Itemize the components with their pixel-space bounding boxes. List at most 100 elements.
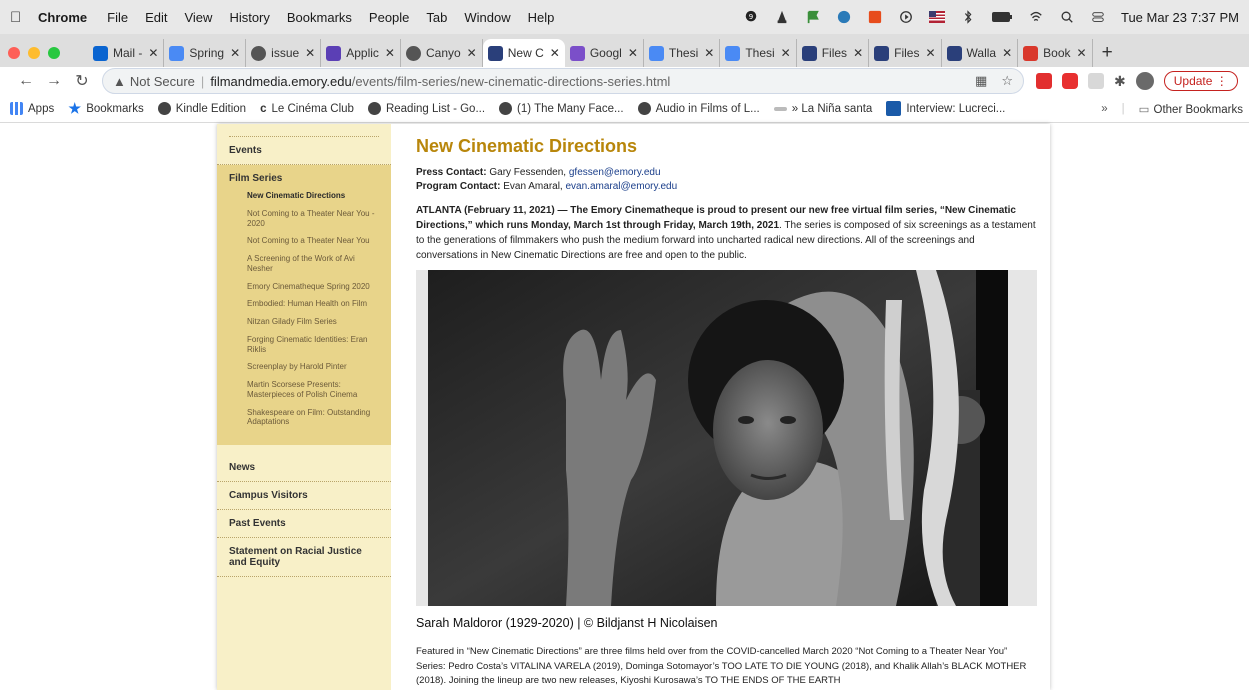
tab-issue[interactable]: issue ✕ [246, 39, 322, 67]
tab-files-1[interactable]: Files ✕ [797, 39, 870, 67]
menu-bookmarks[interactable]: Bookmarks [287, 10, 352, 25]
apple-icon[interactable]:  [10, 9, 38, 26]
reload-icon[interactable]: ↻ [68, 71, 96, 91]
tab-spring[interactable]: Spring ✕ [164, 39, 247, 67]
update-button[interactable]: Update ⋮ [1163, 71, 1238, 91]
close-icon[interactable]: ✕ [1002, 46, 1012, 60]
close-icon[interactable]: ✕ [925, 46, 935, 60]
sidebar-sub-avi-nesher[interactable]: A Screening of the Work of Avi Nesher [229, 254, 379, 274]
sidebar-sub-embodied[interactable]: Embodied: Human Health on Film [229, 299, 379, 309]
bookmark-audio-in-films[interactable]: Audio in Films of L... [637, 102, 760, 115]
tab-book[interactable]: Book ✕ [1018, 39, 1093, 67]
extension-tp-icon[interactable] [1036, 73, 1052, 89]
minimize-window-button[interactable] [28, 47, 40, 59]
close-icon[interactable]: ✕ [230, 46, 240, 60]
tab-google[interactable]: Googl ✕ [565, 39, 644, 67]
tab-wallace[interactable]: Walla ✕ [942, 39, 1019, 67]
menu-history[interactable]: History [229, 10, 269, 25]
close-window-button[interactable] [8, 47, 20, 59]
close-icon[interactable]: ✕ [550, 46, 560, 60]
sidebar-sub-nitzan-gilady[interactable]: Nitzan Gilady Film Series [229, 317, 379, 327]
forward-arrow-icon[interactable]: → [40, 72, 68, 90]
security-label[interactable]: Not Secure [130, 74, 195, 89]
bookmark-le-cinema-club[interactable]: c Le Cinéma Club [260, 103, 354, 115]
new-tab-button[interactable]: + [1093, 39, 1122, 67]
close-icon[interactable]: ✕ [781, 46, 791, 60]
extension-pocket-icon[interactable] [1062, 73, 1078, 89]
close-icon[interactable]: ✕ [305, 46, 315, 60]
sidebar-sub-spring-2020[interactable]: Emory Cinematheque Spring 2020 [229, 282, 379, 292]
onedrive-icon[interactable] [836, 10, 852, 24]
bookmark-other[interactable]: ▭ Other Bookmarks [1139, 102, 1243, 116]
sidebar-sub-harold-pinter[interactable]: Screenplay by Harold Pinter [229, 362, 379, 372]
sidebar-sub-new-cinematic-directions[interactable]: New Cinematic Directions [229, 191, 379, 201]
avatar[interactable] [1135, 72, 1154, 90]
tab-application[interactable]: Applic ✕ [321, 39, 401, 67]
menu-extras: 9 Tue Mar 23 7:37 PM [743, 0, 1239, 34]
menu-people[interactable]: People [369, 10, 409, 25]
close-icon[interactable]: ✕ [628, 46, 638, 60]
menu-app-name[interactable]: Chrome [38, 10, 87, 25]
sidebar-item-film-series[interactable]: Film Series [229, 173, 379, 184]
sidebar-item-statement[interactable]: Statement on Racial Justice and Equity [217, 538, 391, 577]
tab-thesis-2[interactable]: Thesi ✕ [720, 39, 797, 67]
sidebar-item-past-events[interactable]: Past Events [217, 510, 391, 538]
chevron-double-icon[interactable]: » [1101, 103, 1107, 115]
menu-view[interactable]: View [184, 10, 212, 25]
qr-code-icon[interactable]: ▦ [975, 73, 987, 89]
bookmark-la-nina-santa[interactable]: » La Niña santa [773, 103, 872, 115]
sidebar-sub-not-coming-2020[interactable]: Not Coming to a Theater Near You - 2020 [229, 209, 379, 229]
sidebar-item-campus-visitors[interactable]: Campus Visitors [217, 482, 391, 510]
tab-new-cinematic-directions[interactable]: New C ✕ [482, 39, 565, 67]
close-icon[interactable]: ✕ [853, 46, 863, 60]
sidebar-sub-scorsese-polish[interactable]: Martin Scorsese Presents: Masterpieces o… [229, 380, 379, 400]
bookmark-many-faces[interactable]: (1) The Many Face... [499, 102, 624, 115]
flag-icon[interactable] [805, 10, 821, 24]
menu-clock[interactable]: Tue Mar 23 7:37 PM [1121, 10, 1239, 25]
office-icon[interactable] [867, 10, 883, 24]
bluetooth-icon[interactable] [960, 10, 976, 24]
us-flag-icon[interactable] [928, 10, 945, 24]
menu-help[interactable]: Help [528, 10, 555, 25]
close-icon[interactable]: ✕ [385, 46, 395, 60]
puzzle-icon[interactable]: ✱ [1114, 73, 1126, 90]
bookmark-bookmarks[interactable]: Bookmarks [68, 102, 144, 115]
menu-window[interactable]: Window [464, 10, 510, 25]
sidebar-item-news[interactable]: News [217, 454, 391, 482]
tab-thesis-1[interactable]: Thesi ✕ [644, 39, 721, 67]
tab-files-2[interactable]: Files ✕ [869, 39, 942, 67]
battery-icon[interactable] [991, 10, 1013, 24]
warning-icon[interactable]: ▲ [113, 74, 126, 89]
menu-edit[interactable]: Edit [145, 10, 167, 25]
bookmark-reading-list[interactable]: Reading List - Go... [367, 102, 486, 115]
vlc-icon[interactable] [774, 10, 790, 24]
sidebar-item-events[interactable]: Events [217, 137, 391, 165]
extension-document-icon[interactable] [1088, 73, 1104, 89]
tab-canyon[interactable]: Canyo ✕ [401, 39, 483, 67]
search-icon[interactable] [1059, 10, 1075, 24]
bookmark-interview-lucrecia[interactable]: Interview: Lucreci... [886, 101, 1005, 116]
bookmark-label: Reading List - Go... [385, 102, 486, 115]
star-icon[interactable]: ☆ [1001, 73, 1013, 89]
zoom-window-button[interactable] [48, 47, 60, 59]
bookmark-kindle-edition[interactable]: Kindle Edition [157, 102, 246, 115]
status-tray-icon-1[interactable]: 9 [743, 10, 759, 24]
address-bar[interactable]: ▲ Not Secure | filmandmedia.emory.edu /e… [102, 68, 1024, 94]
sidebar-sub-eran-riklis[interactable]: Forging Cinematic Identities: Eran Rikli… [229, 335, 379, 355]
sidebar-sub-shakespeare[interactable]: Shakespeare on Film: Outstanding Adaptat… [229, 408, 379, 428]
sidebar-sub-not-coming[interactable]: Not Coming to a Theater Near You [229, 236, 379, 246]
press-contact-email-link[interactable]: gfessen@emory.edu [569, 167, 661, 178]
close-icon[interactable]: ✕ [704, 46, 714, 60]
control-center-icon[interactable] [1090, 10, 1106, 24]
play-circle-icon[interactable] [898, 10, 914, 24]
bookmark-apps[interactable]: Apps [10, 102, 54, 115]
wifi-icon[interactable] [1028, 10, 1044, 24]
tab-mail[interactable]: Mail - ✕ [88, 39, 165, 67]
close-icon[interactable]: ✕ [467, 46, 477, 60]
menu-file[interactable]: File [107, 10, 128, 25]
close-icon[interactable]: ✕ [148, 46, 158, 60]
menu-tab[interactable]: Tab [426, 10, 447, 25]
close-icon[interactable]: ✕ [1077, 46, 1087, 60]
back-arrow-icon[interactable]: ← [12, 72, 40, 90]
program-contact-email-link[interactable]: evan.amaral@emory.edu [566, 181, 678, 192]
